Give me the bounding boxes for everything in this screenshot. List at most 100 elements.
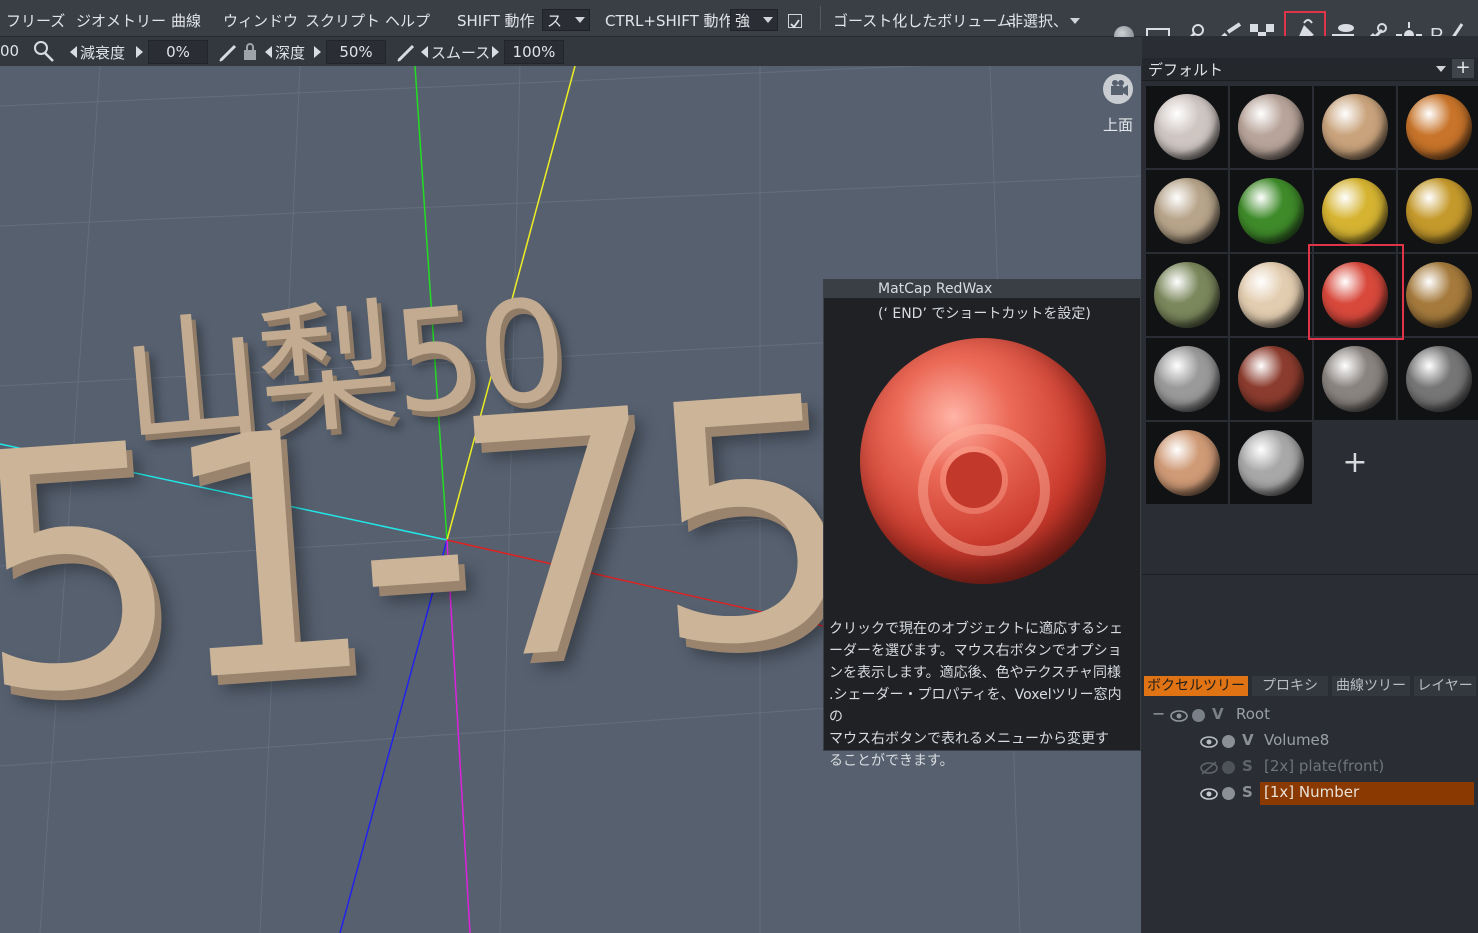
material-swatch[interactable] xyxy=(1230,170,1312,252)
material-ball xyxy=(1406,262,1472,328)
material-swatch[interactable] xyxy=(1230,254,1312,336)
tab-proxy[interactable]: プロキシ xyxy=(1252,676,1328,696)
material-swatch[interactable] xyxy=(1398,86,1478,168)
menu-geometry[interactable]: ジオメトリー xyxy=(76,10,166,31)
tree-row-number[interactable]: S [1x] Number xyxy=(1142,782,1478,806)
menu-window[interactable]: ウィンドウ xyxy=(223,10,298,31)
chevron-down-icon[interactable] xyxy=(1436,66,1446,74)
v-marker: V xyxy=(1242,731,1254,749)
pencil-icon[interactable] xyxy=(396,41,418,63)
eye-icon[interactable] xyxy=(1200,787,1218,801)
menu-freeze[interactable]: フリーズ xyxy=(6,10,65,31)
falloff-label: 減衰度 xyxy=(80,44,126,62)
tree-label-root: Root xyxy=(1236,705,1270,723)
visibility-dot-icon[interactable] xyxy=(1222,761,1235,774)
material-ball xyxy=(1406,178,1472,244)
add-material-button[interactable]: + xyxy=(1314,422,1396,504)
material-swatch[interactable] xyxy=(1146,170,1228,252)
menu-help[interactable]: ヘルプ xyxy=(385,10,430,31)
tree-label-volume: Volume8 xyxy=(1264,731,1330,749)
shift-action-label: SHIFT 動作 xyxy=(457,12,535,30)
material-ball xyxy=(1238,430,1304,496)
arrow-right-icon[interactable] xyxy=(314,46,322,58)
material-swatch[interactable] xyxy=(1398,170,1478,252)
material-ball xyxy=(1238,262,1304,328)
menu-curve[interactable]: 曲線 xyxy=(171,10,201,31)
tree-row-volume[interactable]: V Volume8 xyxy=(1142,730,1478,754)
tooltip-line: クリックで現在のオブジェクトに適応するシェ xyxy=(829,621,1123,637)
smooth-label: スムース xyxy=(431,44,491,62)
collapse-icon[interactable]: − xyxy=(1152,704,1165,723)
add-preset-button[interactable]: + xyxy=(1452,59,1474,78)
chevron-down-icon xyxy=(1070,18,1080,24)
ctrl-shift-action-select[interactable]: 強 xyxy=(730,9,778,31)
tree-label-plate: [2x] plate(front) xyxy=(1264,757,1385,775)
eye-icon[interactable] xyxy=(1170,709,1188,723)
arrow-left-icon[interactable] xyxy=(421,46,429,58)
checkbox[interactable] xyxy=(788,14,802,29)
material-swatch[interactable] xyxy=(1146,254,1228,336)
visibility-dot-icon[interactable] xyxy=(1192,709,1205,722)
visibility-dot-icon[interactable] xyxy=(1222,735,1235,748)
panel-divider xyxy=(1142,574,1478,575)
material-swatch[interactable] xyxy=(1314,170,1396,252)
tab-voxel-tree[interactable]: ボクセルツリー xyxy=(1144,676,1248,696)
depth-input[interactable]: 50% xyxy=(326,40,386,64)
material-swatch[interactable] xyxy=(1314,86,1396,168)
material-ball xyxy=(1154,346,1220,412)
arrow-left-icon[interactable] xyxy=(70,46,78,58)
pencil-icon[interactable] xyxy=(218,41,240,63)
material-swatch[interactable] xyxy=(1146,422,1228,504)
material-swatch[interactable] xyxy=(1398,254,1478,336)
material-ball xyxy=(1238,94,1304,160)
ghost-volume-select[interactable]: 非選択、 xyxy=(1008,10,1068,31)
material-swatch[interactable] xyxy=(1314,338,1396,420)
camera-icon[interactable] xyxy=(1103,74,1133,104)
magnifier-icon[interactable] xyxy=(32,40,56,64)
material-ball xyxy=(1322,178,1388,244)
chevron-down-icon xyxy=(575,17,585,23)
material-ball xyxy=(1154,262,1220,328)
shift-action-select[interactable]: ス xyxy=(542,9,590,31)
view-label[interactable]: 上面 xyxy=(1103,114,1133,135)
tree-row-plate[interactable]: S [2x] plate(front) xyxy=(1142,756,1478,780)
lock-icon[interactable] xyxy=(242,42,258,62)
menu-script[interactable]: スクリプト xyxy=(305,10,380,31)
material-ball xyxy=(1322,262,1388,328)
tooltip-shortcut: (‘ END’ でショートカットを設定) xyxy=(878,306,1091,322)
smooth-input[interactable]: 100% xyxy=(504,40,564,64)
eye-icon[interactable] xyxy=(1200,735,1218,749)
material-ball xyxy=(1406,94,1472,160)
ctrl-shift-action-value: 強 xyxy=(735,12,751,30)
falloff-input[interactable]: 0% xyxy=(148,40,208,64)
material-swatch[interactable] xyxy=(1146,86,1228,168)
tab-curve-tree[interactable]: 曲線ツリー xyxy=(1332,676,1410,696)
eye-hidden-icon[interactable] xyxy=(1200,761,1218,775)
arrow-left-icon[interactable] xyxy=(265,46,273,58)
brush-toolbar: 00 減衰度 0% 深度 50% スムース 100% xyxy=(0,37,1145,67)
visibility-dot-icon[interactable] xyxy=(1222,787,1235,800)
material-swatch[interactable] xyxy=(1230,86,1312,168)
v-marker: V xyxy=(1212,705,1224,723)
arrow-right-icon[interactable] xyxy=(136,46,144,58)
tooltip-line: ることができます。 xyxy=(829,753,954,769)
material-swatch[interactable] xyxy=(1230,422,1312,504)
brush-size-value[interactable]: 00 xyxy=(0,42,19,60)
arrow-right-icon[interactable] xyxy=(492,46,500,58)
check-icon xyxy=(790,19,800,29)
material-swatch[interactable] xyxy=(1398,338,1478,420)
tooltip-material-preview xyxy=(860,338,1106,584)
material-preset-select[interactable]: デフォルト xyxy=(1148,59,1223,80)
tooltip-line: マウス右ボタンで表れるメニューから変更す xyxy=(829,731,1109,747)
material-swatch[interactable] xyxy=(1146,338,1228,420)
tree-row-root[interactable]: − V Root xyxy=(1142,704,1478,728)
depth-label: 深度 xyxy=(275,44,306,62)
tab-layer[interactable]: レイヤー xyxy=(1414,676,1476,696)
material-swatch-selected[interactable] xyxy=(1314,254,1396,336)
s-marker: S xyxy=(1242,783,1253,801)
material-tooltip: MatCap RedWax (‘ END’ でショートカットを設定) クリックで… xyxy=(823,279,1141,769)
material-ball xyxy=(1154,430,1220,496)
material-ball xyxy=(1238,346,1304,412)
material-swatch[interactable] xyxy=(1230,338,1312,420)
material-ball xyxy=(1322,94,1388,160)
